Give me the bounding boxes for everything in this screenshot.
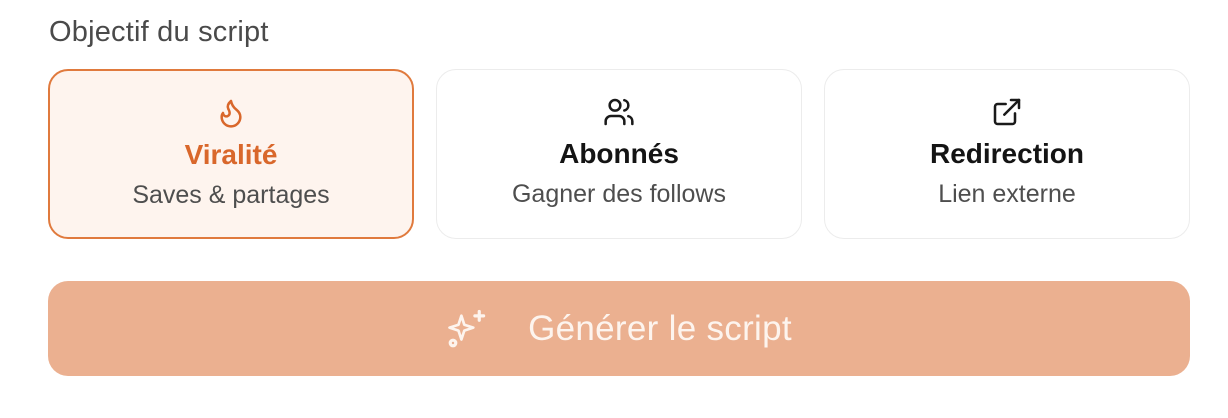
sparkles-icon [446, 308, 488, 350]
flame-icon [213, 95, 249, 131]
option-redirection[interactable]: Redirection Lien externe [824, 69, 1190, 239]
users-icon [601, 94, 637, 130]
option-abonnes[interactable]: Abonnés Gagner des follows [436, 69, 802, 239]
generate-button-label: Générer le script [528, 308, 792, 348]
section-label: Objectif du script [49, 16, 269, 48]
option-title: Viralité [184, 139, 278, 170]
option-subtitle: Saves & partages [132, 181, 330, 209]
option-subtitle: Gagner des follows [511, 180, 726, 208]
external-link-icon [989, 94, 1025, 130]
option-title: Abonnés [559, 138, 679, 169]
option-title: Redirection [929, 138, 1085, 169]
generate-script-button[interactable]: Générer le script [48, 281, 1190, 376]
option-subtitle: Lien externe [938, 180, 1076, 208]
objective-options: Viralité Saves & partages Abonnés Gagner… [48, 69, 1190, 239]
option-viralite[interactable]: Viralité Saves & partages [48, 69, 414, 239]
script-objective-panel: Objectif du script Viralité Saves & part… [0, 0, 1228, 418]
